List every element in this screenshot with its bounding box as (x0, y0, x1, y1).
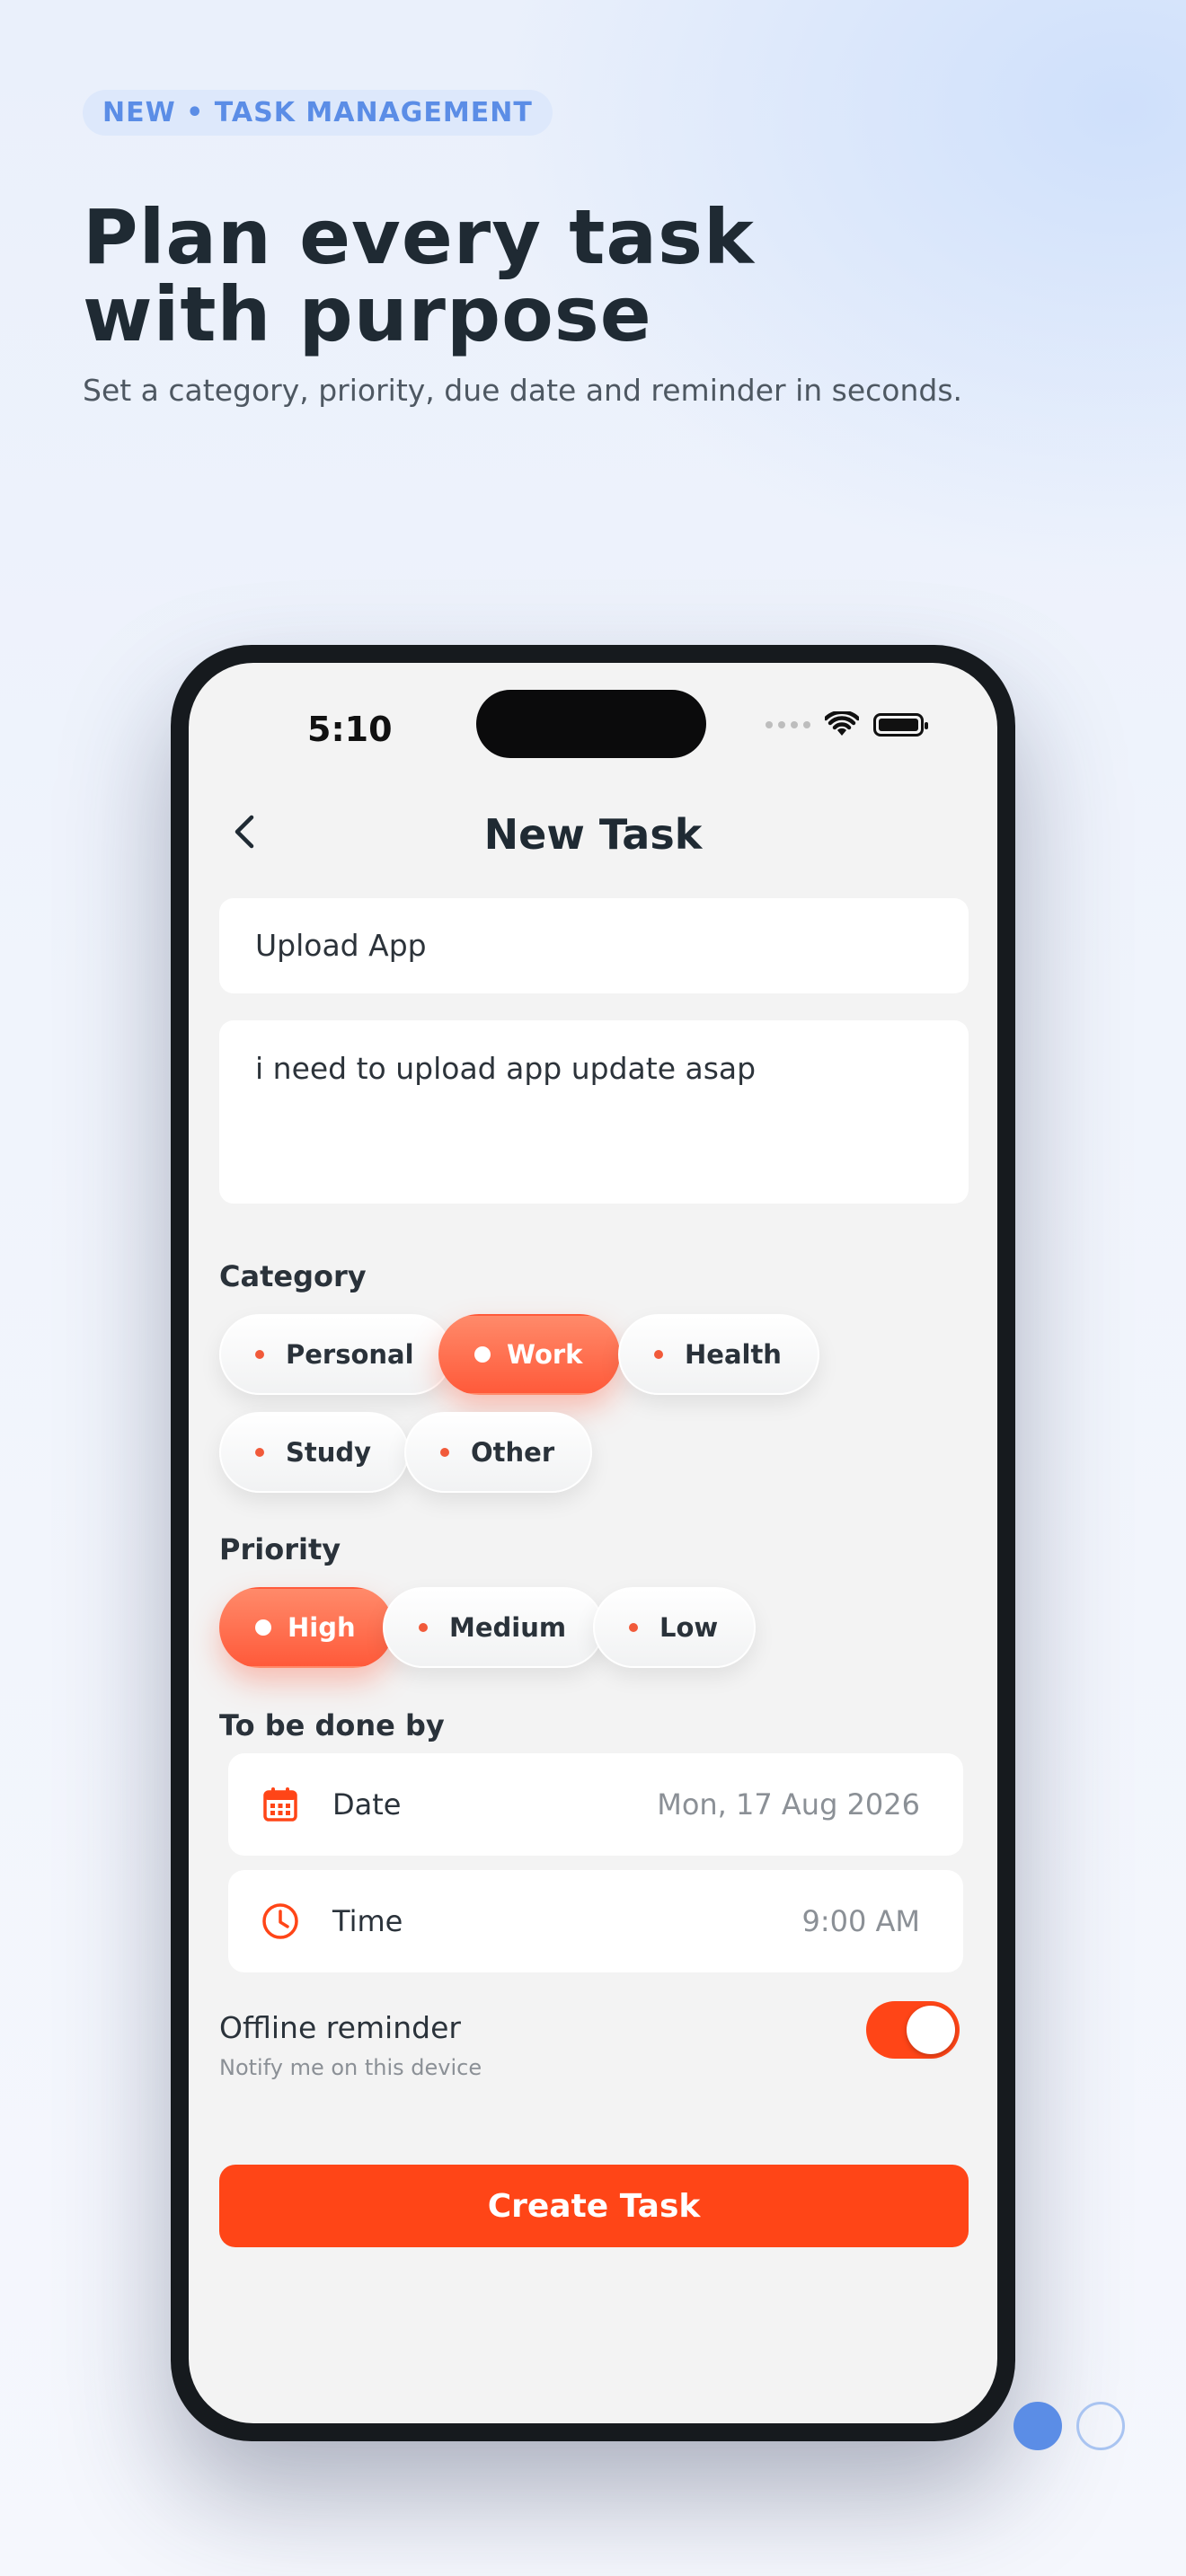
chip-label: Study (286, 1437, 372, 1468)
priority-label: Priority (219, 1532, 341, 1566)
priority-chip-low[interactable]: Low (593, 1587, 757, 1668)
signal-icon (766, 721, 810, 728)
dot-icon (419, 1623, 428, 1632)
hero-section: NEW • TASK MANAGEMENT Plan every task wi… (83, 90, 1116, 408)
dot-icon (654, 1350, 663, 1359)
reminder-subtitle: Notify me on this device (219, 2055, 482, 2080)
hero-headline: Plan every task with purpose (83, 198, 1116, 353)
page-dot-active[interactable] (1013, 2402, 1062, 2450)
due-label: To be done by (219, 1708, 445, 1742)
status-time: 5:10 (307, 710, 393, 749)
chip-label: Medium (449, 1612, 567, 1643)
chip-label: Personal (286, 1339, 414, 1370)
status-icons (766, 711, 928, 738)
date-label: Date (332, 1787, 402, 1822)
chip-label: Other (471, 1437, 555, 1468)
category-chip-study[interactable]: Study (219, 1412, 410, 1493)
dot-icon (474, 1346, 491, 1363)
page-indicator (1013, 2402, 1125, 2450)
category-label: Category (219, 1259, 367, 1293)
battery-icon (873, 713, 928, 737)
chip-label: Health (685, 1339, 782, 1370)
category-chip-health[interactable]: Health (618, 1314, 819, 1395)
reminder-toggle[interactable] (866, 2001, 960, 2059)
priority-chip-medium[interactable]: Medium (383, 1587, 605, 1668)
category-chip-work[interactable]: Work (438, 1314, 621, 1395)
date-value: Mon, 17 Aug 2026 (657, 1787, 920, 1822)
time-picker-row[interactable]: Time 9:00 AM (228, 1870, 963, 1972)
reminder-title: Offline reminder (219, 2010, 461, 2045)
dot-icon (629, 1623, 638, 1632)
task-description-input[interactable]: i need to upload app update asap (219, 1020, 969, 1204)
create-task-button[interactable]: Create Task (219, 2165, 969, 2247)
page-title: New Task (483, 810, 703, 859)
category-chip-personal[interactable]: Personal (219, 1314, 452, 1395)
dynamic-island (476, 690, 706, 758)
date-picker-row[interactable]: Date Mon, 17 Aug 2026 (228, 1753, 963, 1856)
time-label: Time (332, 1904, 403, 1938)
calendar-icon (263, 1787, 297, 1822)
dot-icon (440, 1448, 449, 1457)
time-value: 9:00 AM (801, 1904, 920, 1938)
task-title-input[interactable]: Upload App (219, 898, 969, 993)
headline-line-2: with purpose (83, 270, 652, 358)
chip-label: Low (659, 1612, 719, 1643)
priority-chip-high[interactable]: High (219, 1587, 394, 1668)
chip-label: High (288, 1612, 356, 1643)
page-dot-inactive[interactable] (1076, 2402, 1125, 2450)
hero-subhead: Set a category, priority, due date and r… (83, 373, 963, 408)
nav-bar: New Task (189, 798, 997, 869)
dot-icon (255, 1619, 271, 1636)
dot-icon (255, 1350, 264, 1359)
dot-icon (255, 1448, 264, 1457)
toggle-knob (907, 2006, 955, 2054)
wifi-icon (825, 711, 859, 736)
chip-label: Work (507, 1339, 583, 1370)
phone-screen: 5:10 New Task Upload App i need to uploa… (189, 663, 997, 2423)
category-chip-other[interactable]: Other (404, 1412, 593, 1493)
phone-frame: 5:10 New Task Upload App i need to uploa… (171, 645, 1015, 2441)
new-badge: NEW • TASK MANAGEMENT (83, 90, 553, 136)
clock-icon (262, 1903, 298, 1939)
headline-line-1: Plan every task (83, 193, 755, 281)
